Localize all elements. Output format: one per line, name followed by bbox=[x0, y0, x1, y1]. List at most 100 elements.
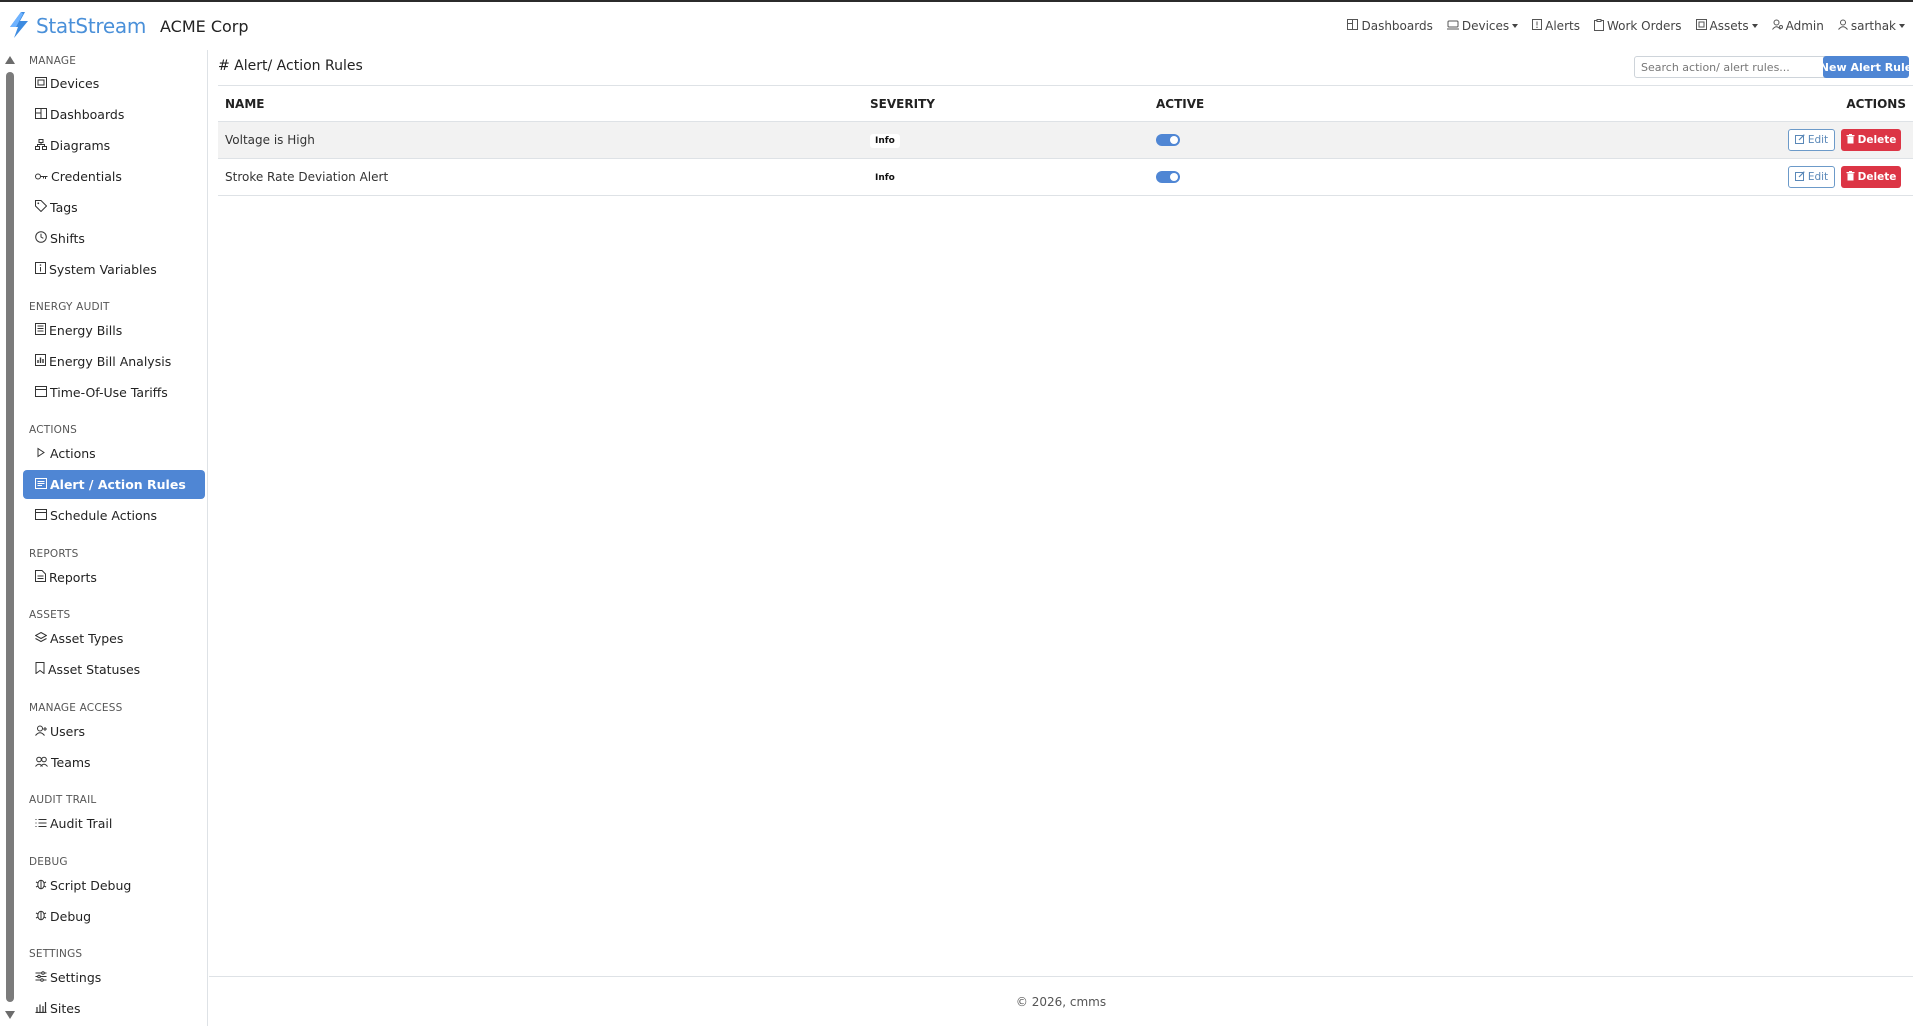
column-header-severity[interactable]: SEVERITY bbox=[870, 97, 935, 111]
sidebar-item-time-of-use-tariffs[interactable]: Time-Of-Use Tariffs bbox=[23, 378, 205, 407]
sidebar-item-devices[interactable]: Devices bbox=[23, 69, 205, 98]
calendar-icon bbox=[35, 508, 50, 523]
sidebar-item-tags[interactable]: Tags bbox=[23, 193, 205, 222]
play-icon bbox=[35, 446, 50, 461]
sidebar-item-sites[interactable]: Sites bbox=[23, 994, 205, 1023]
sidebar-item-label: Teams bbox=[51, 755, 91, 770]
nav-user-menu[interactable]: sarthak bbox=[1837, 19, 1905, 33]
sidebar-item-shifts[interactable]: Shifts bbox=[23, 224, 205, 253]
sidebar-section-actions: ACTIONS bbox=[29, 424, 78, 436]
table-row: Stroke Rate Deviation Alert Info Edit De… bbox=[218, 159, 1913, 196]
brand[interactable]: StatStream ACME Corp bbox=[8, 11, 249, 41]
sidebar-item-system-variables[interactable]: System Variables bbox=[23, 255, 205, 284]
sidebar-item-teams[interactable]: Teams bbox=[23, 748, 205, 777]
edit-button[interactable]: Edit bbox=[1788, 166, 1835, 188]
sidebar-scrollbar[interactable] bbox=[4, 56, 16, 1020]
sidebar-item-audit-trail[interactable]: Audit Trail bbox=[23, 809, 205, 838]
sidebar-item-settings[interactable]: Settings bbox=[23, 963, 205, 992]
sidebar-item-diagrams[interactable]: Diagrams bbox=[23, 131, 205, 160]
org-name: ACME Corp bbox=[160, 16, 249, 36]
sidebar-item-label: Energy Bill Analysis bbox=[49, 354, 172, 369]
sidebar-item-reports[interactable]: Reports bbox=[23, 563, 205, 592]
sidebar-section-manage-access: MANAGE ACCESS bbox=[29, 702, 123, 714]
chevron-down-icon bbox=[1512, 24, 1519, 28]
sidebar-item-asset-types[interactable]: Asset Types bbox=[23, 624, 205, 653]
top-nav-links: Dashboards Devices Alerts Work Orders As… bbox=[1333, 2, 1905, 50]
sidebar-item-script-debug[interactable]: Script Debug bbox=[23, 871, 205, 900]
list-icon bbox=[35, 816, 50, 831]
active-toggle-cell bbox=[1156, 171, 1180, 183]
sidebar-item-alert-action-rules[interactable]: Alert / Action Rules bbox=[23, 470, 205, 499]
nav-alerts[interactable]: Alerts bbox=[1532, 19, 1580, 33]
column-header-active[interactable]: ACTIVE bbox=[1156, 97, 1204, 111]
edit-button[interactable]: Edit bbox=[1788, 129, 1835, 151]
nav-devices[interactable]: Devices bbox=[1446, 19, 1519, 33]
nav-work-orders[interactable]: Work Orders bbox=[1593, 18, 1682, 34]
table-header: NAME SEVERITY ACTIVE ACTIONS bbox=[218, 86, 1913, 122]
devices-icon bbox=[1446, 19, 1462, 33]
active-toggle[interactable] bbox=[1156, 134, 1180, 146]
clipboard-icon bbox=[1593, 18, 1607, 34]
nav-user-label: sarthak bbox=[1850, 19, 1896, 33]
sliders-icon bbox=[35, 970, 50, 985]
sidebar-item-energy-bills[interactable]: Energy Bills bbox=[23, 316, 205, 345]
sidebar-item-label: Shifts bbox=[50, 231, 85, 246]
user-icon bbox=[1837, 19, 1851, 33]
admin-icon bbox=[1771, 19, 1786, 33]
info-icon bbox=[35, 262, 49, 277]
clock-icon bbox=[35, 231, 50, 246]
sidebar-item-label: Alert / Action Rules bbox=[50, 477, 186, 492]
nav-admin-label: Admin bbox=[1785, 19, 1824, 33]
footer: © 2026, cmms bbox=[209, 976, 1913, 1026]
delete-button[interactable]: Delete bbox=[1841, 129, 1901, 151]
sidebar-item-label: Time-Of-Use Tariffs bbox=[50, 385, 168, 400]
user-icon bbox=[35, 724, 50, 739]
statstream-logo-icon bbox=[8, 11, 30, 41]
nav-dashboards[interactable]: Dashboards bbox=[1347, 19, 1433, 33]
layers-icon bbox=[34, 631, 50, 646]
sidebar-item-schedule-actions[interactable]: Schedule Actions bbox=[23, 501, 205, 530]
sidebar-item-label: Script Debug bbox=[50, 878, 132, 893]
sidebar-item-energy-bill-analysis[interactable]: Energy Bill Analysis bbox=[23, 347, 205, 376]
search-input[interactable] bbox=[1634, 56, 1826, 78]
report-icon bbox=[35, 570, 49, 585]
sidebar-item-debug[interactable]: Debug bbox=[23, 902, 205, 931]
alert-icon bbox=[1532, 19, 1545, 33]
sidebar-item-users[interactable]: Users bbox=[23, 717, 205, 746]
sidebar-section-manage: MANAGE bbox=[29, 55, 77, 67]
sidebar-item-label: Debug bbox=[50, 909, 92, 924]
delete-label: Delete bbox=[1857, 171, 1897, 183]
sidebar-item-actions[interactable]: Actions bbox=[23, 439, 205, 468]
nav-admin[interactable]: Admin bbox=[1771, 19, 1824, 33]
main-content: # Alert/ Action Rules New Alert Rule NAM… bbox=[209, 50, 1913, 976]
column-header-name[interactable]: NAME bbox=[225, 97, 264, 111]
trash-icon bbox=[1846, 170, 1858, 184]
sidebar-item-label: Tags bbox=[50, 200, 78, 215]
sidebar-section-reports: REPORTS bbox=[29, 548, 79, 560]
active-toggle[interactable] bbox=[1156, 171, 1180, 183]
delete-button[interactable]: Delete bbox=[1841, 166, 1901, 188]
sidebar-item-dashboards[interactable]: Dashboards bbox=[23, 100, 205, 129]
sidebar-section-settings: SETTINGS bbox=[29, 948, 83, 960]
sidebar-section-audit-trail: AUDIT TRAIL bbox=[29, 794, 97, 806]
sidebar-item-credentials[interactable]: Credentials bbox=[23, 162, 205, 191]
chevron-down-icon bbox=[1751, 24, 1758, 28]
bug-icon bbox=[35, 909, 50, 924]
scroll-up-arrow-icon[interactable] bbox=[5, 56, 15, 64]
sidebar-item-label: Audit Trail bbox=[50, 816, 113, 831]
alert-rules-table: NAME SEVERITY ACTIVE ACTIONS Voltage is … bbox=[218, 86, 1913, 196]
edit-icon bbox=[1794, 133, 1808, 147]
dashboard-icon bbox=[1347, 19, 1361, 33]
diagram-icon bbox=[35, 138, 50, 153]
sidebar-item-asset-statuses[interactable]: Asset Statuses bbox=[23, 655, 205, 684]
nav-devices-label: Devices bbox=[1461, 19, 1510, 33]
nav-assets[interactable]: Assets bbox=[1695, 19, 1758, 33]
chevron-down-icon bbox=[1899, 24, 1905, 28]
row-actions: Edit Delete bbox=[1788, 166, 1901, 188]
scroll-down-arrow-icon[interactable] bbox=[5, 1011, 15, 1019]
rules-icon bbox=[35, 477, 50, 492]
severity-badge: Info bbox=[870, 169, 900, 185]
new-alert-rule-button[interactable]: New Alert Rule bbox=[1820, 56, 1912, 78]
scroll-thumb[interactable] bbox=[6, 72, 14, 1002]
rule-name: Stroke Rate Deviation Alert bbox=[225, 170, 389, 184]
